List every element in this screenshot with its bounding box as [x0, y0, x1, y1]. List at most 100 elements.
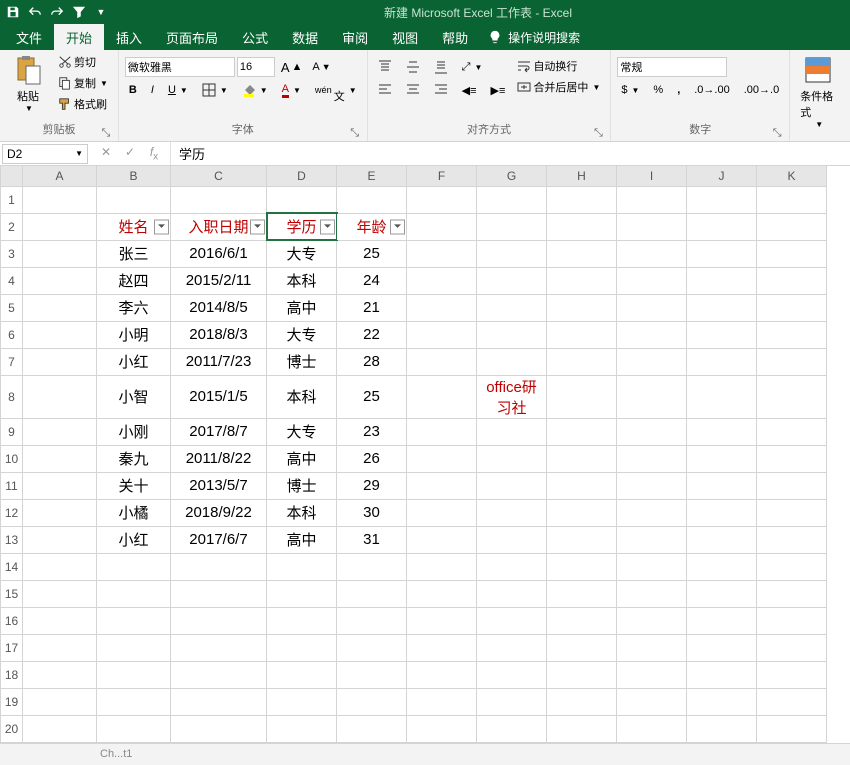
cell-B6[interactable]: 小明 — [97, 321, 171, 348]
cell-B16[interactable] — [97, 607, 171, 634]
col-header-C[interactable]: C — [171, 166, 267, 186]
cell-A10[interactable] — [23, 445, 97, 472]
cell-D9[interactable]: 大专 — [267, 418, 337, 445]
cell-E9[interactable]: 23 — [337, 418, 407, 445]
dialog-launcher-icon[interactable]: ⤡ — [592, 127, 604, 139]
filter-dropdown-button[interactable] — [390, 219, 405, 234]
cell-G5[interactable] — [477, 294, 547, 321]
cell-K13[interactable] — [757, 526, 827, 553]
cell-F11[interactable] — [407, 472, 477, 499]
cell-A4[interactable] — [23, 267, 97, 294]
cell-H4[interactable] — [547, 267, 617, 294]
tab-view[interactable]: 视图 — [380, 24, 430, 50]
cell-I11[interactable] — [617, 472, 687, 499]
cell-G13[interactable] — [477, 526, 547, 553]
cell-A20[interactable] — [23, 715, 97, 742]
cell-K17[interactable] — [757, 634, 827, 661]
cell-E20[interactable] — [337, 715, 407, 742]
cell-E7[interactable]: 28 — [337, 348, 407, 375]
cell-K12[interactable] — [757, 499, 827, 526]
cell-E18[interactable] — [337, 661, 407, 688]
bold-button[interactable]: B — [125, 82, 141, 98]
cell-C20[interactable] — [171, 715, 267, 742]
font-name-input[interactable] — [125, 57, 235, 77]
cell-C7[interactable]: 2011/7/23 — [171, 348, 267, 375]
row-header-5[interactable]: 5 — [1, 294, 23, 321]
conditional-format-button[interactable]: 条件格式 ▼ — [796, 52, 840, 131]
cell-E12[interactable]: 30 — [337, 499, 407, 526]
qat-customize-icon[interactable]: ▼ — [92, 3, 110, 21]
select-all-corner[interactable] — [1, 166, 23, 186]
cell-D18[interactable] — [267, 661, 337, 688]
cell-H5[interactable] — [547, 294, 617, 321]
paste-button[interactable]: 粘贴 ▼ — [6, 52, 50, 115]
cell-F18[interactable] — [407, 661, 477, 688]
tab-formulas[interactable]: 公式 — [230, 24, 280, 50]
cell-G3[interactable] — [477, 240, 547, 267]
row-header-3[interactable]: 3 — [1, 240, 23, 267]
cell-J3[interactable] — [687, 240, 757, 267]
cell-G4[interactable] — [477, 267, 547, 294]
cell-H1[interactable] — [547, 186, 617, 213]
cell-J1[interactable] — [687, 186, 757, 213]
cell-C10[interactable]: 2011/8/22 — [171, 445, 267, 472]
tab-review[interactable]: 审阅 — [330, 24, 380, 50]
cell-E2[interactable]: 年龄 — [337, 213, 407, 240]
tab-data[interactable]: 数据 — [280, 24, 330, 50]
cell-B17[interactable] — [97, 634, 171, 661]
cell-B12[interactable]: 小橘 — [97, 499, 171, 526]
cell-J6[interactable] — [687, 321, 757, 348]
cell-C19[interactable] — [171, 688, 267, 715]
cell-K20[interactable] — [757, 715, 827, 742]
cell-J2[interactable] — [687, 213, 757, 240]
cell-E8[interactable]: 25 — [337, 375, 407, 418]
cell-G7[interactable] — [477, 348, 547, 375]
cell-A8[interactable] — [23, 375, 97, 418]
wrap-text-button[interactable]: 自动换行 — [513, 56, 604, 76]
cell-D5[interactable]: 高中 — [267, 294, 337, 321]
row-header-17[interactable]: 17 — [1, 634, 23, 661]
redo-icon[interactable] — [48, 3, 66, 21]
cell-I13[interactable] — [617, 526, 687, 553]
cell-F6[interactable] — [407, 321, 477, 348]
format-painter-button[interactable]: 格式刷 — [54, 94, 112, 114]
spreadsheet-grid[interactable]: A B C D E F G H I J K 12姓名入职日期学历年龄3张三201… — [0, 166, 850, 743]
cell-H7[interactable] — [547, 348, 617, 375]
tell-me-search[interactable]: 操作说明搜索 — [480, 24, 588, 50]
cell-K11[interactable] — [757, 472, 827, 499]
row-header-14[interactable]: 14 — [1, 553, 23, 580]
cell-C3[interactable]: 2016/6/1 — [171, 240, 267, 267]
cell-D10[interactable]: 高中 — [267, 445, 337, 472]
cell-J4[interactable] — [687, 267, 757, 294]
font-size-input[interactable] — [237, 57, 275, 77]
dialog-launcher-icon[interactable]: ⤡ — [100, 127, 112, 139]
cell-A11[interactable] — [23, 472, 97, 499]
cell-B1[interactable] — [97, 186, 171, 213]
cell-H11[interactable] — [547, 472, 617, 499]
cell-C15[interactable] — [171, 580, 267, 607]
cell-K6[interactable] — [757, 321, 827, 348]
row-header-9[interactable]: 9 — [1, 418, 23, 445]
align-bottom-button[interactable] — [430, 58, 452, 76]
cell-E10[interactable]: 26 — [337, 445, 407, 472]
align-center-button[interactable] — [402, 81, 424, 99]
cell-B15[interactable] — [97, 580, 171, 607]
cell-J8[interactable] — [687, 375, 757, 418]
cell-C1[interactable] — [171, 186, 267, 213]
cell-F20[interactable] — [407, 715, 477, 742]
row-header-10[interactable]: 10 — [1, 445, 23, 472]
cell-E3[interactable]: 25 — [337, 240, 407, 267]
cell-H17[interactable] — [547, 634, 617, 661]
cell-A13[interactable] — [23, 526, 97, 553]
cell-E15[interactable] — [337, 580, 407, 607]
cell-G10[interactable] — [477, 445, 547, 472]
row-header-13[interactable]: 13 — [1, 526, 23, 553]
cell-J12[interactable] — [687, 499, 757, 526]
currency-button[interactable]: $ ▼ — [617, 82, 643, 98]
cell-J20[interactable] — [687, 715, 757, 742]
cell-H14[interactable] — [547, 553, 617, 580]
cell-K14[interactable] — [757, 553, 827, 580]
filter-dropdown-button[interactable] — [250, 219, 265, 234]
cell-E13[interactable]: 31 — [337, 526, 407, 553]
font-color-button[interactable]: A▼ — [278, 81, 305, 100]
